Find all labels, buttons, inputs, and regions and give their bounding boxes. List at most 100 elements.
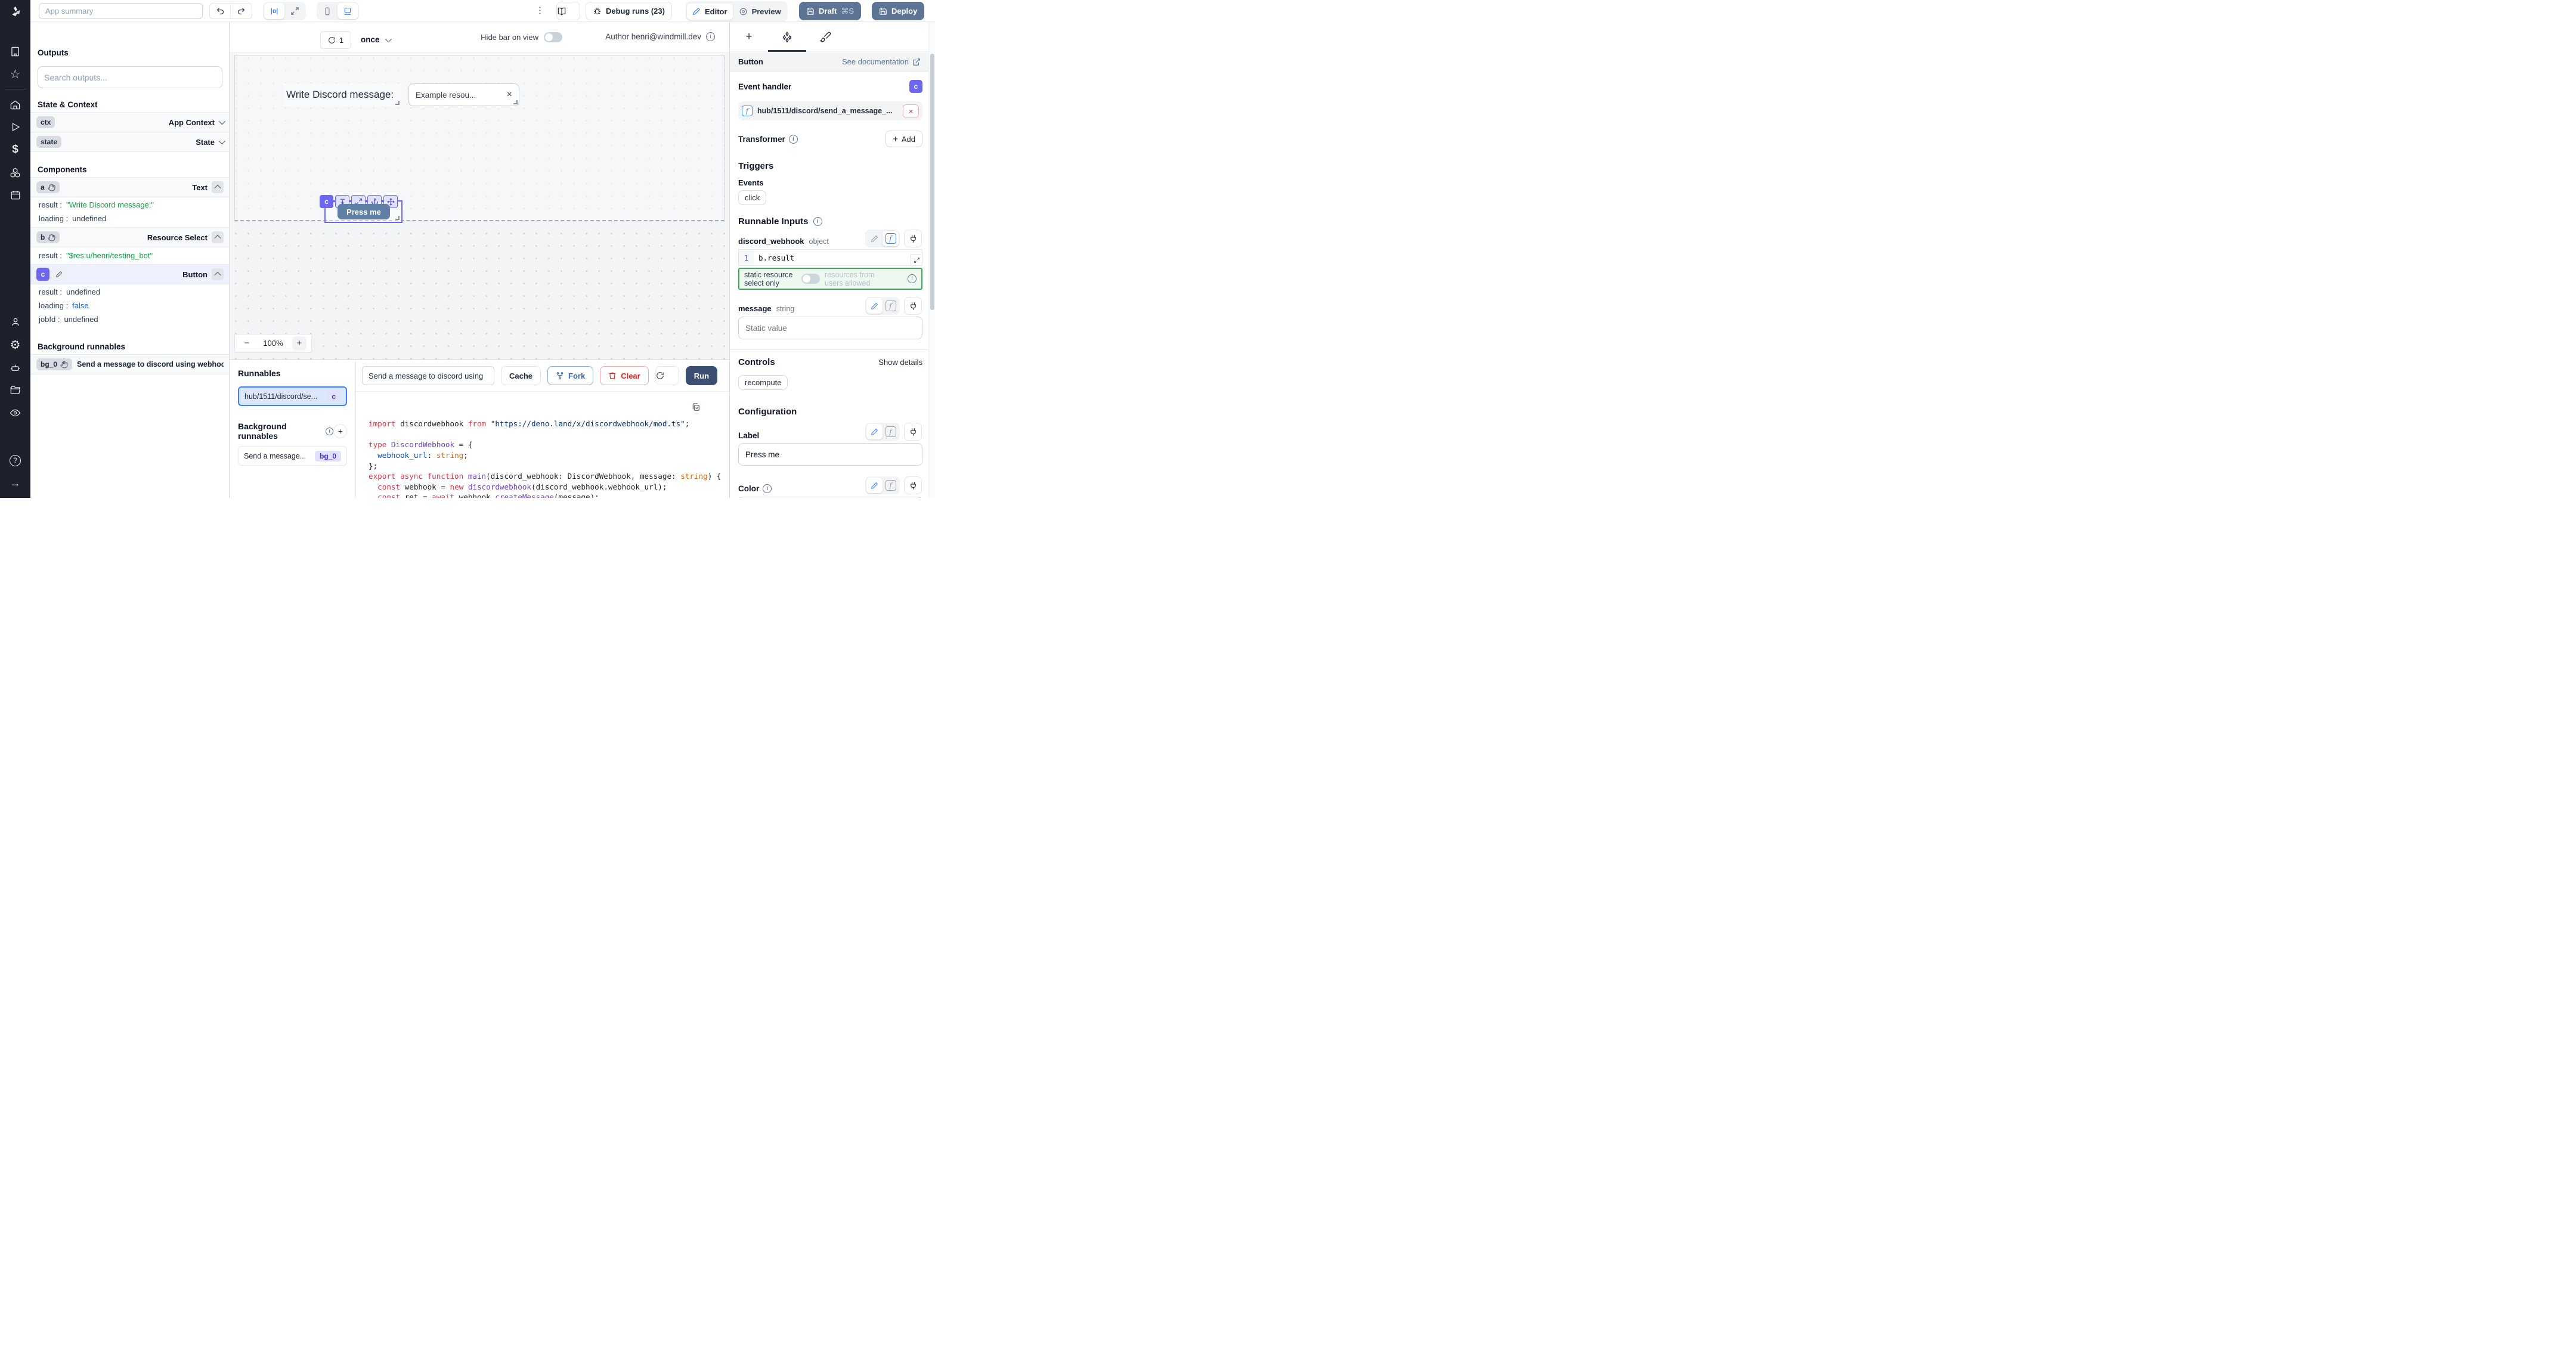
connect-function-icon[interactable]: f xyxy=(883,424,899,439)
see-documentation-link[interactable]: See documentation xyxy=(842,57,921,66)
audit-eye-icon[interactable] xyxy=(0,401,30,424)
users-person-icon[interactable] xyxy=(0,311,30,333)
output-row-ctx[interactable]: ctx App Context xyxy=(30,112,230,132)
tab-component-settings-icon[interactable] xyxy=(768,22,806,52)
copy-icon[interactable] xyxy=(691,402,701,412)
input1-expression-editor[interactable]: 1 b.result xyxy=(738,249,922,266)
draft-button[interactable]: Draft ⌘S xyxy=(799,2,861,20)
info-icon[interactable]: i xyxy=(326,428,333,435)
plug-icon[interactable] xyxy=(904,297,922,315)
run-button[interactable]: Run xyxy=(686,366,717,385)
undo-icon[interactable] xyxy=(210,4,231,18)
plug-icon[interactable] xyxy=(904,423,922,441)
press-me-button[interactable]: Press me xyxy=(338,204,390,219)
output-row-state[interactable]: state State xyxy=(30,132,230,152)
add-transformer-button[interactable]: +Add xyxy=(886,131,922,147)
variables-dollar-icon[interactable]: $ xyxy=(0,138,30,161)
workers-robot-icon[interactable] xyxy=(0,356,30,379)
mobile-icon[interactable] xyxy=(318,3,337,19)
pencil-icon[interactable] xyxy=(52,268,66,281)
chevron-down-icon[interactable] xyxy=(219,138,225,144)
kebab-menu-icon[interactable]: ⋮ xyxy=(535,5,544,16)
expand-editor-icon[interactable] xyxy=(911,254,922,266)
chevron-up-icon[interactable] xyxy=(212,268,224,280)
app-canvas[interactable]: Write Discord message: Example resou... … xyxy=(230,52,729,360)
label-value-input[interactable] xyxy=(738,443,922,466)
event-handler-runnable[interactable]: f hub/1511/discord/send_a_message_... × xyxy=(738,101,922,120)
resize-handle[interactable] xyxy=(395,216,400,220)
recompute-chip[interactable]: recompute xyxy=(738,375,788,390)
center-align-icon[interactable] xyxy=(264,3,284,19)
component-row-a[interactable]: a Text xyxy=(30,177,230,197)
static-pencil-icon[interactable] xyxy=(866,478,883,493)
background-runnable-item[interactable]: Send a message... bg_0 xyxy=(238,446,347,466)
workspace-icon[interactable] xyxy=(0,40,30,63)
info-icon[interactable]: i xyxy=(908,274,917,283)
plug-icon[interactable] xyxy=(904,230,922,247)
search-outputs-input[interactable] xyxy=(38,66,222,88)
code-editor[interactable]: import discordwebhook from "https://deno… xyxy=(356,391,729,498)
static-pencil-icon[interactable] xyxy=(866,231,883,246)
reload-icon[interactable] xyxy=(655,366,679,385)
resources-cubes-icon[interactable] xyxy=(0,161,30,184)
chevron-up-icon[interactable] xyxy=(212,231,224,243)
resource-select-component[interactable]: Example resou... × xyxy=(408,83,519,106)
refresh-count-button[interactable]: 1 xyxy=(320,31,351,49)
debug-runs-button[interactable]: Debug runs (23) xyxy=(586,2,672,20)
cache-button[interactable]: Cache xyxy=(501,366,541,385)
scrollbar-thumb[interactable] xyxy=(930,54,934,310)
connect-function-icon[interactable]: f xyxy=(883,231,899,246)
connect-function-icon[interactable]: f xyxy=(883,478,899,493)
redo-icon[interactable] xyxy=(231,4,252,18)
tab-styling-brush-icon[interactable] xyxy=(806,22,844,52)
home-icon[interactable] xyxy=(0,93,30,116)
static-pencil-icon[interactable] xyxy=(866,298,883,314)
tab-insert-plus-icon[interactable]: + xyxy=(730,22,768,52)
runs-play-icon[interactable] xyxy=(0,116,30,138)
message-static-value-input[interactable] xyxy=(738,317,922,339)
add-background-runnable-button[interactable]: + xyxy=(333,424,347,438)
fork-button[interactable]: Fork xyxy=(547,366,593,385)
connect-function-icon[interactable]: f xyxy=(883,298,899,314)
runnable-name-input[interactable] xyxy=(362,366,494,385)
desktop-icon[interactable] xyxy=(338,3,358,19)
windmill-logo[interactable] xyxy=(0,0,30,22)
chevron-up-icon[interactable] xyxy=(212,181,224,193)
event-click-chip[interactable]: click xyxy=(738,190,766,205)
selected-component-outline[interactable]: c Press me xyxy=(324,200,402,223)
app-summary-input[interactable] xyxy=(39,3,203,19)
info-icon[interactable]: i xyxy=(789,135,798,144)
component-row-c[interactable]: c Button xyxy=(30,264,230,284)
zoom-in-button[interactable]: + xyxy=(292,336,306,351)
zoom-out-button[interactable]: − xyxy=(240,338,254,348)
hide-bar-toggle[interactable] xyxy=(544,32,562,42)
resize-handle[interactable] xyxy=(395,101,400,105)
settings-gear-icon[interactable]: ⚙ xyxy=(0,333,30,356)
tab-editor[interactable]: Editor xyxy=(687,4,733,20)
right-panel-scrollbar[interactable] xyxy=(928,22,935,498)
resource-mode-toggle[interactable] xyxy=(801,274,820,284)
fullscreen-icon[interactable] xyxy=(285,3,305,19)
remove-runnable-button[interactable]: × xyxy=(903,104,919,118)
background-runnable-row[interactable]: bg_0 Send a message to discord using web… xyxy=(30,354,230,374)
info-icon[interactable]: i xyxy=(813,217,822,226)
text-component[interactable]: Write Discord message: xyxy=(284,83,401,106)
app-canvas-grid[interactable]: Write Discord message: Example resou... … xyxy=(234,55,724,221)
info-icon[interactable]: i xyxy=(706,32,715,41)
run-mode-dropdown[interactable]: once xyxy=(361,35,390,44)
expression-code[interactable]: b.result xyxy=(754,250,911,265)
chevron-down-icon[interactable] xyxy=(219,118,225,125)
schedules-calendar-icon[interactable] xyxy=(0,184,30,206)
tab-preview[interactable]: Preview xyxy=(733,4,787,20)
resize-handle[interactable] xyxy=(513,100,518,104)
help-question-icon[interactable]: ? xyxy=(0,449,30,472)
component-row-b[interactable]: b Resource Select xyxy=(30,227,230,247)
color-value-input[interactable] xyxy=(738,497,922,498)
plug-icon[interactable] xyxy=(904,476,922,494)
clear-button[interactable]: Clear xyxy=(600,366,649,385)
static-pencil-icon[interactable] xyxy=(866,424,883,439)
clear-icon[interactable]: × xyxy=(507,89,512,100)
info-icon[interactable]: i xyxy=(763,484,772,493)
favorites-star-icon[interactable]: ☆ xyxy=(0,63,30,85)
runnable-item-selected[interactable]: hub/1511/discord/se... c xyxy=(238,386,347,406)
